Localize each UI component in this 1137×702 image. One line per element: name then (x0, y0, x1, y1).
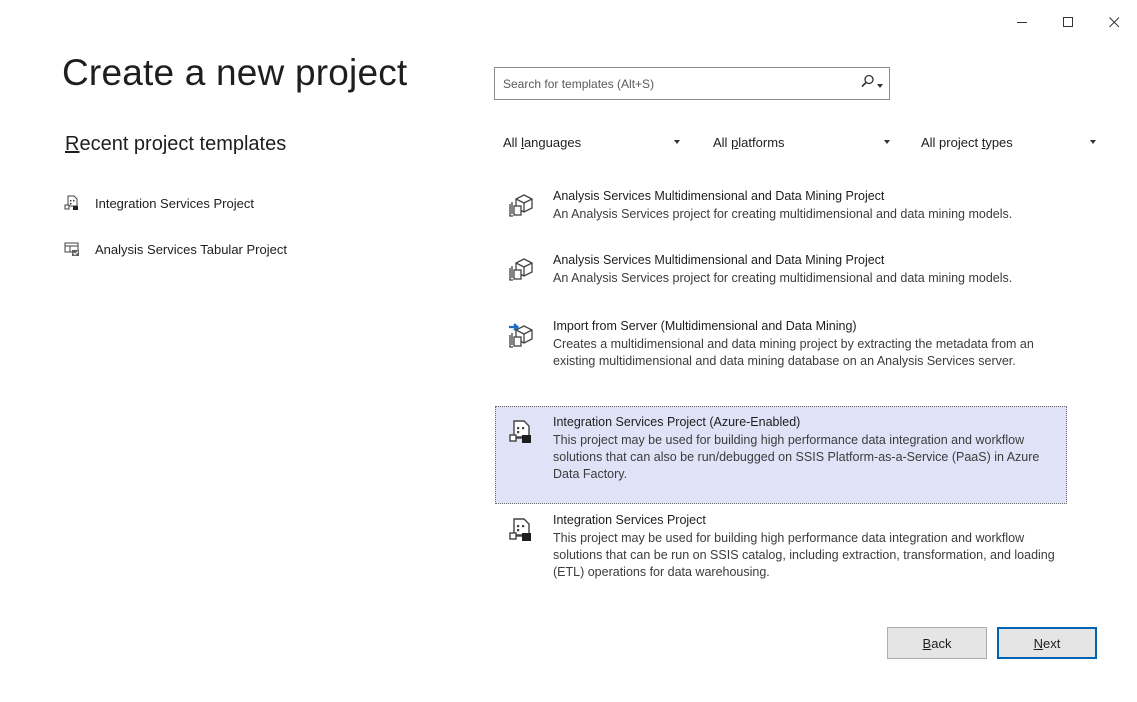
template-name: Analysis Services Multidimensional and D… (553, 189, 885, 203)
minimize-icon[interactable] (999, 8, 1045, 36)
search-input[interactable] (501, 67, 861, 100)
template-item[interactable]: Integration Services Project This projec… (495, 504, 1067, 600)
chevron-down-icon (674, 140, 680, 144)
template-search-box[interactable] (494, 67, 890, 100)
back-button[interactable]: Back (887, 627, 987, 659)
integration-services-icon (507, 418, 535, 446)
back-label-rest: ack (931, 635, 952, 651)
next-button[interactable]: Next (997, 627, 1097, 659)
filter-label-part: ypes (985, 134, 1013, 150)
integration-services-icon (64, 195, 80, 211)
search-icon (861, 74, 875, 93)
platform-filter-dropdown[interactable]: All platforms (704, 127, 898, 157)
chevron-down-icon (884, 140, 890, 144)
template-item[interactable]: Analysis Services Multidimensional and D… (495, 244, 1067, 310)
filter-label-part: All (713, 134, 732, 150)
filter-label-part: latforms (738, 134, 785, 150)
platform-filter-label: All platforms (713, 135, 785, 150)
recent-item-integration-services[interactable]: Integration Services Project (64, 192, 287, 214)
recent-item-label: Integration Services Project (95, 195, 254, 211)
template-list: Analysis Services Multidimensional and D… (495, 180, 1067, 600)
back-mnemonic: B (922, 635, 932, 651)
recent-title-rest: ecent project templates (79, 133, 287, 155)
project-type-filter-label: All project types (921, 135, 1013, 150)
chevron-down-icon (877, 75, 883, 93)
window-controls (999, 8, 1137, 36)
template-description: Creates a multidimensional and data mini… (553, 337, 1034, 368)
template-name: Analysis Services Multidimensional and D… (553, 253, 885, 267)
filter-label-part: All (503, 134, 522, 150)
import-from-server-icon (507, 322, 535, 350)
integration-services-icon (507, 516, 535, 544)
recent-item-analysis-tabular[interactable]: Analysis Services Tabular Project (64, 238, 287, 260)
template-item[interactable]: Import from Server (Multidimensional and… (495, 310, 1067, 406)
close-icon[interactable] (1091, 8, 1137, 36)
template-description: This project may be used for building hi… (553, 433, 1040, 481)
next-label-rest: ext (1043, 635, 1061, 651)
recent-templates-list: Integration Services Project Analysis Se… (64, 192, 287, 284)
template-description: An Analysis Services project for creatin… (553, 271, 1013, 285)
template-name: Import from Server (Multidimensional and… (553, 319, 857, 333)
recent-mnemonic: R (65, 133, 80, 155)
recent-templates-heading: Recent project templates (65, 133, 286, 156)
template-item[interactable]: Analysis Services Multidimensional and D… (495, 180, 1067, 244)
search-button[interactable] (861, 74, 883, 93)
template-item-selected[interactable]: Integration Services Project (Azure-Enab… (495, 406, 1067, 504)
language-filter-dropdown[interactable]: All languages (494, 127, 688, 157)
template-description: This project may be used for building hi… (553, 531, 1055, 579)
chevron-down-icon (1090, 140, 1096, 144)
template-name: Integration Services Project (553, 513, 706, 527)
analysis-services-icon (507, 192, 535, 220)
template-name: Integration Services Project (Azure-Enab… (553, 415, 801, 429)
project-type-filter-dropdown[interactable]: All project types (912, 127, 1104, 157)
tabular-project-icon (64, 241, 80, 257)
page-title: Create a new project (62, 52, 408, 93)
filter-label-part: All project (921, 134, 982, 150)
next-mnemonic: N (1033, 635, 1044, 651)
language-filter-label: All languages (503, 135, 581, 150)
template-description: An Analysis Services project for creatin… (553, 207, 1013, 221)
analysis-services-icon (507, 256, 535, 284)
filter-label-part: anguages (523, 134, 582, 150)
maximize-icon[interactable] (1045, 8, 1091, 36)
recent-item-label: Analysis Services Tabular Project (95, 241, 287, 257)
